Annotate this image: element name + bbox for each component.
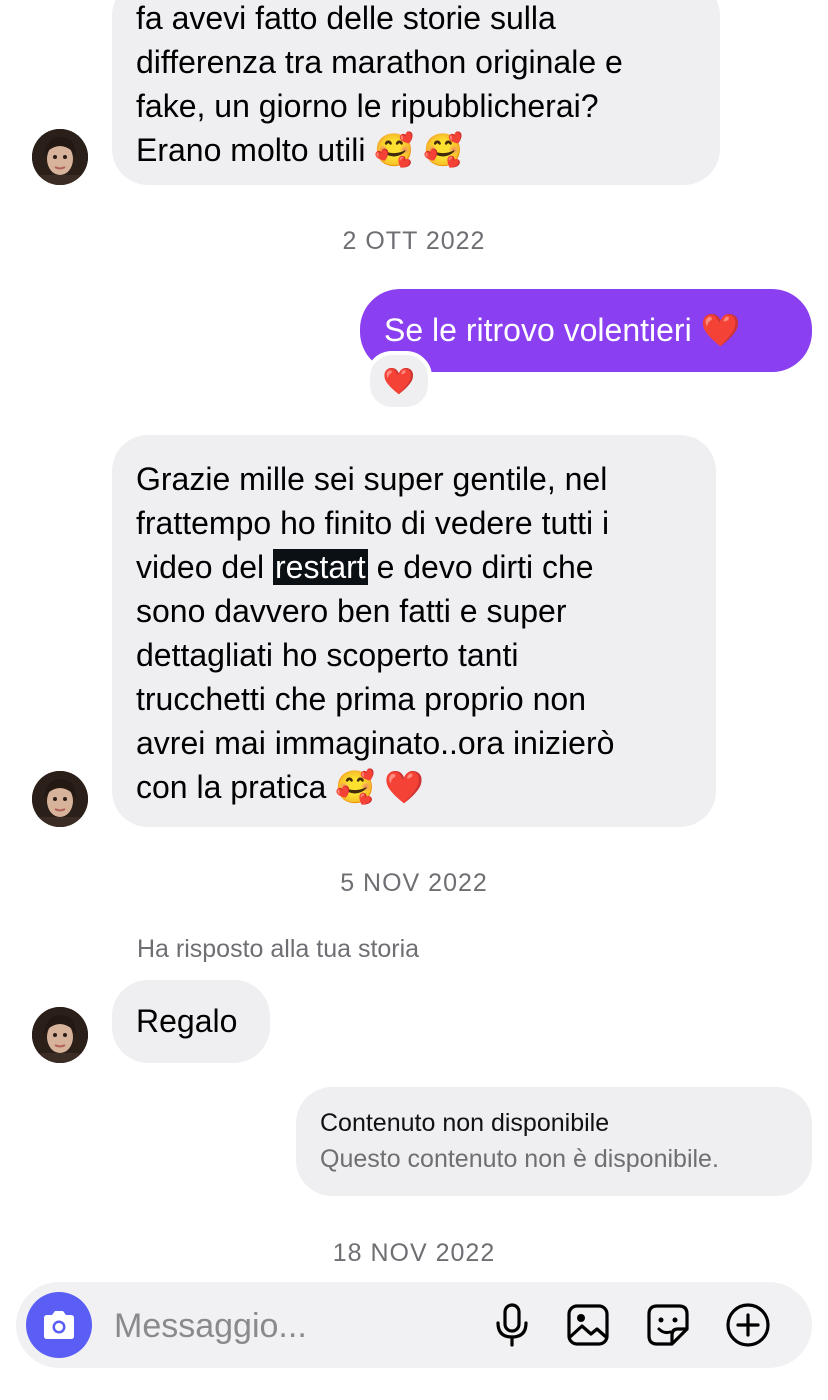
date-separator: 18 NOV 2022 [332, 1239, 496, 1267]
incoming-message[interactable]: fa avevi fatto delle storie sulla differ… [112, 0, 720, 185]
message-thread[interactable]: fa avevi fatto delle storie sulla differ… [0, 0, 828, 1400]
sticker-icon [647, 1304, 689, 1346]
avatar-photo-icon [32, 771, 88, 827]
message-line: Grazie mille sei super gentile, nel [136, 461, 608, 497]
camera-icon [44, 1311, 74, 1339]
message-line: fake, un giorno le ripubblicherai? [136, 88, 599, 124]
message-input[interactable] [112, 1302, 476, 1350]
add-button[interactable] [724, 1301, 772, 1349]
message-line: trucchetti che prima proprio non [136, 681, 586, 717]
message-line: avrei mai immaginato..ora inizierò [136, 725, 615, 761]
unavailable-title: Contenuto non disponibile [320, 1109, 610, 1137]
heart-reaction-icon: ❤️ [382, 365, 416, 396]
reaction-badge[interactable]: ❤️ [366, 351, 432, 411]
camera-button[interactable] [26, 1292, 92, 1358]
image-icon [567, 1304, 609, 1346]
message-line: fa avevi fatto delle storie sulla [136, 0, 556, 36]
avatar-photo-icon [32, 1007, 88, 1063]
date-separator: 5 NOV 2022 [340, 869, 488, 897]
gallery-button[interactable] [564, 1301, 612, 1349]
message-composer [16, 1282, 812, 1368]
avatar[interactable] [32, 771, 88, 827]
message-line: sono davvero ben fatti e super [136, 593, 567, 629]
sticker-button[interactable] [644, 1301, 692, 1349]
unavailable-subtitle: Questo contenuto non è disponibile. [320, 1145, 719, 1173]
message-text: e devo dirti che [367, 549, 594, 585]
selected-text[interactable]: restart [272, 549, 368, 585]
avatar-photo-icon [32, 129, 88, 185]
message-text: Regalo [136, 1003, 238, 1039]
message-line: differenza tra marathon originale e [136, 44, 623, 80]
message-line: con la pratica 🥰 ❤️ [136, 769, 424, 805]
story-reply-label: Ha risposto alla tua storia [137, 935, 420, 963]
microphone-icon [496, 1303, 528, 1347]
message-text: Se le ritrovo volentieri ❤️ [384, 312, 741, 348]
outgoing-message[interactable]: Se le ritrovo volentieri ❤️ [360, 289, 812, 372]
date-separator: 2 OTT 2022 [342, 227, 486, 255]
microphone-button[interactable] [488, 1301, 536, 1349]
avatar[interactable] [32, 1007, 88, 1063]
avatar[interactable] [32, 129, 88, 185]
add-icon [726, 1303, 770, 1347]
message-line: frattempo ho finito di vedere tutti i [136, 505, 610, 541]
message-line: video del restart e devo dirti che [136, 545, 692, 589]
incoming-message[interactable]: Regalo [112, 980, 270, 1063]
message-line: Erano molto utili 🥰 🥰 [136, 132, 463, 168]
message-text: video del [136, 549, 273, 585]
message-line: dettagliati ho scoperto tanti [136, 637, 519, 673]
unavailable-content-message[interactable]: Contenuto non disponibile Questo contenu… [296, 1087, 812, 1196]
incoming-message[interactable]: Grazie mille sei super gentile, nel frat… [112, 435, 716, 827]
